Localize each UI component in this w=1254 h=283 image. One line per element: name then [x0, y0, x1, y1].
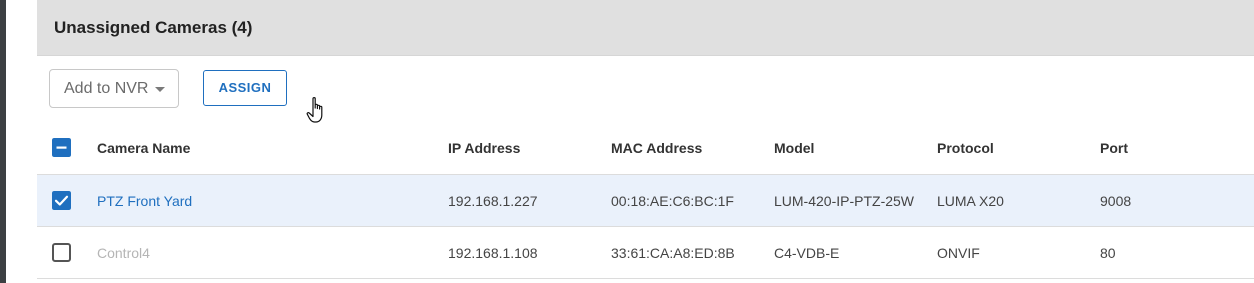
model-cell: LUM-420-IP-PTZ-25W [774, 192, 915, 209]
column-header-mac-address[interactable]: MAC Address [611, 121, 702, 174]
ip-address-cell: 192.168.1.227 [448, 192, 538, 209]
column-header-ip-address[interactable]: IP Address [448, 121, 520, 174]
port-cell: 80 [1100, 244, 1116, 261]
table-row[interactable]: Control4 192.168.1.108 33:61:CA:A8:ED:8B… [37, 227, 1254, 279]
protocol-cell: ONVIF [937, 244, 980, 261]
ip-address-cell: 192.168.1.108 [448, 244, 538, 261]
column-header-protocol[interactable]: Protocol [937, 121, 994, 174]
add-to-nvr-select[interactable]: Add to NVR [49, 69, 179, 108]
indeterminate-checkbox-icon[interactable] [52, 138, 71, 157]
column-header-port[interactable]: Port [1100, 121, 1128, 174]
hand-cursor-icon [306, 97, 323, 123]
column-header-model[interactable]: Model [774, 121, 814, 174]
unassigned-cameras-panel: Unassigned Cameras (4) Add to NVR ASSIGN… [37, 0, 1254, 283]
table-row[interactable]: PTZ Front Yard 192.168.1.227 00:18:AE:C6… [37, 175, 1254, 227]
panel-header: Unassigned Cameras (4) [37, 0, 1254, 56]
camera-name-link[interactable]: Control4 [97, 227, 150, 278]
caret-down-icon [155, 87, 165, 92]
assign-button[interactable]: ASSIGN [203, 70, 287, 106]
panel-title: Unassigned Cameras (4) [54, 18, 253, 37]
checkbox-checked-icon[interactable] [52, 191, 71, 210]
mac-address-cell: 00:18:AE:C6:BC:1F [611, 192, 734, 209]
table-header-row: Camera Name IP Address MAC Address Model… [37, 121, 1254, 175]
port-cell: 9008 [1100, 192, 1132, 209]
column-header-camera-name[interactable]: Camera Name [97, 121, 190, 174]
camera-name-link[interactable]: PTZ Front Yard [97, 175, 192, 226]
checkbox-empty-icon[interactable] [52, 243, 71, 262]
mac-address-cell: 33:61:CA:A8:ED:8B [611, 244, 735, 261]
nvr-select-label: Add to NVR [64, 80, 149, 97]
protocol-cell: LUMA X20 [937, 192, 1004, 209]
model-cell: C4-VDB-E [774, 244, 840, 261]
left-rail [0, 0, 6, 283]
